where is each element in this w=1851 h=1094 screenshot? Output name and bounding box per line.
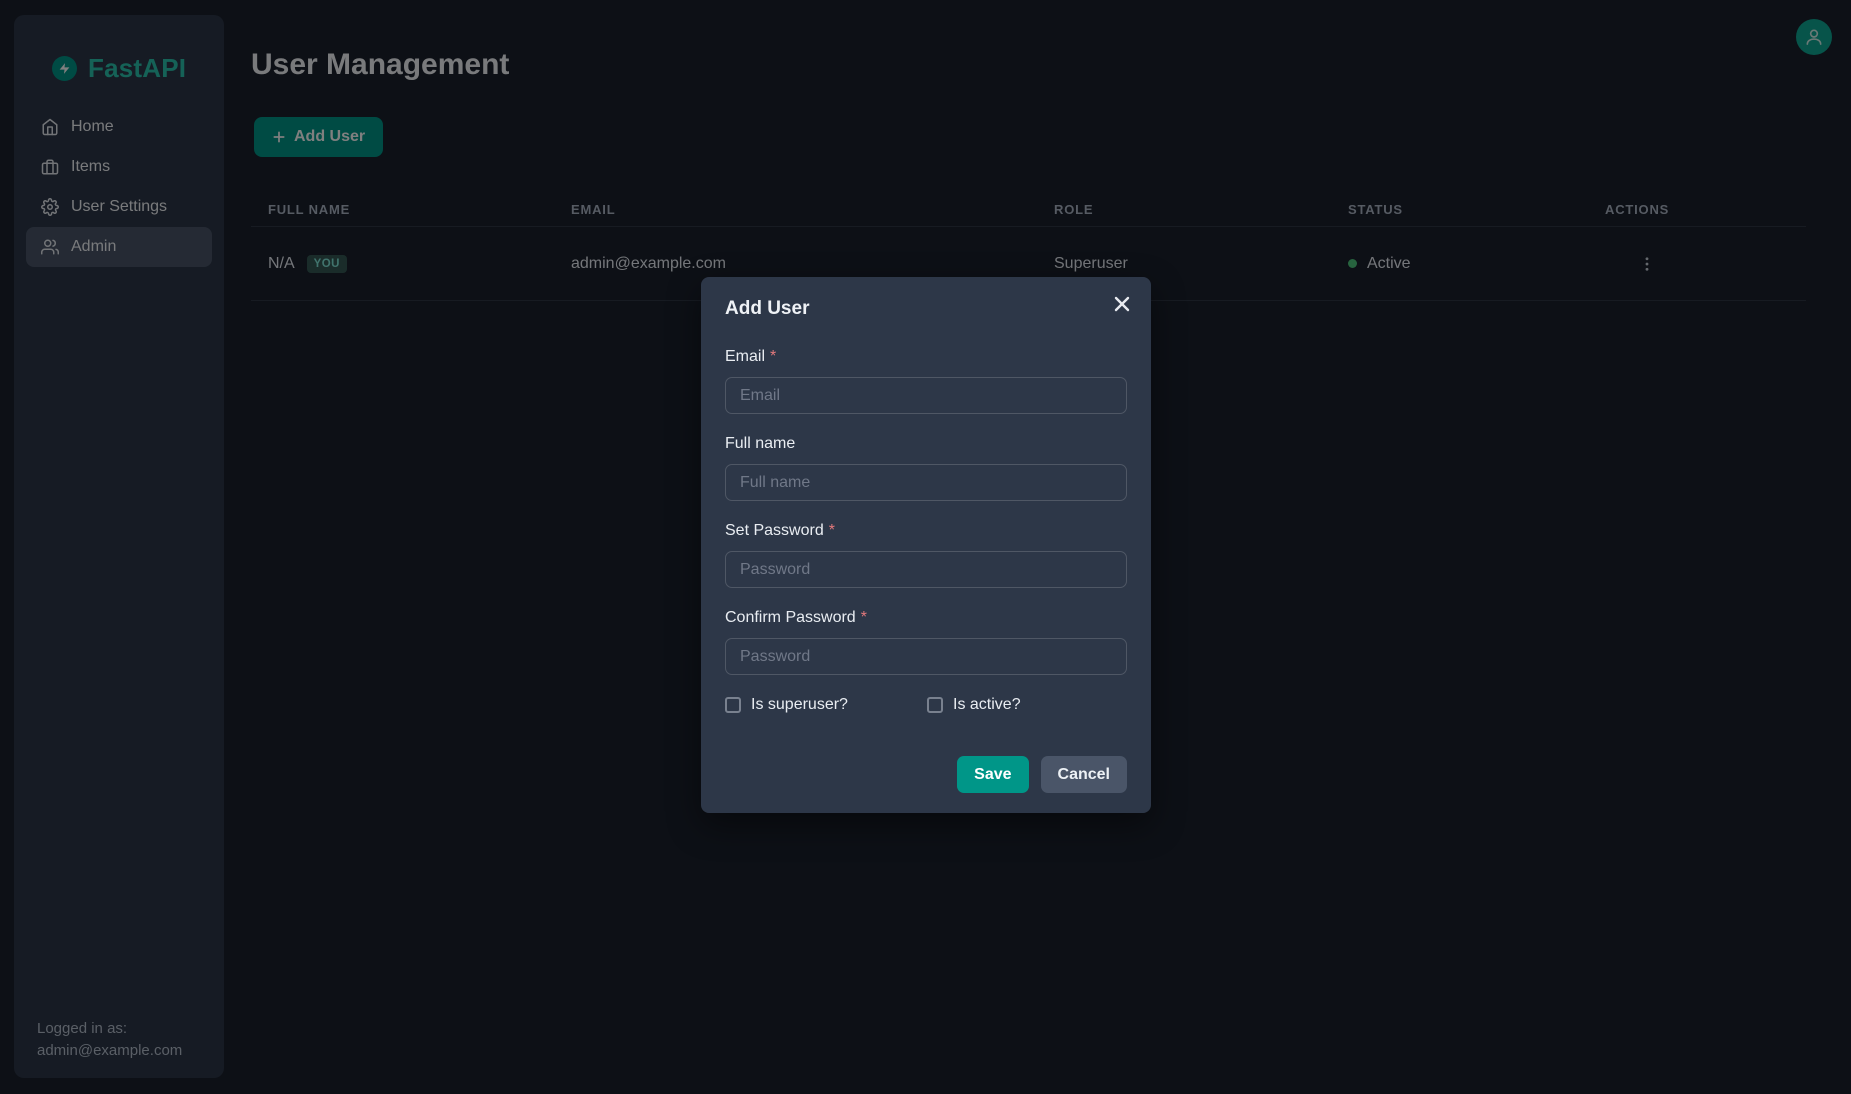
modal-footer: Save Cancel xyxy=(725,756,1127,793)
required-asterisk: * xyxy=(861,609,867,626)
confirm-password-label: Confirm Password* xyxy=(725,609,1127,627)
checkbox-row: Is superuser? Is active? xyxy=(725,696,1127,714)
email-field[interactable] xyxy=(725,377,1127,414)
confirm-password-field[interactable] xyxy=(725,638,1127,675)
modal-title: Add User xyxy=(725,298,1127,320)
close-icon xyxy=(1114,296,1130,312)
is-superuser-option: Is superuser? xyxy=(725,696,927,714)
modal-close-button[interactable] xyxy=(1107,289,1137,319)
set-password-field[interactable] xyxy=(725,551,1127,588)
app-root: FastAPI Home Items User Settings xyxy=(0,0,1851,1094)
cancel-button[interactable]: Cancel xyxy=(1041,756,1127,793)
is-superuser-label: Is superuser? xyxy=(751,696,848,714)
is-active-option: Is active? xyxy=(927,696,1021,714)
add-user-modal: Add User Email* Full name Set Password* … xyxy=(701,277,1151,813)
is-superuser-checkbox[interactable] xyxy=(725,697,741,713)
email-label: Email* xyxy=(725,348,1127,366)
is-active-checkbox[interactable] xyxy=(927,697,943,713)
is-active-label: Is active? xyxy=(953,696,1021,714)
full-name-field[interactable] xyxy=(725,464,1127,501)
set-password-label: Set Password* xyxy=(725,522,1127,540)
full-name-label: Full name xyxy=(725,435,1127,453)
required-asterisk: * xyxy=(770,348,776,365)
required-asterisk: * xyxy=(829,522,835,539)
save-button[interactable]: Save xyxy=(957,756,1028,793)
